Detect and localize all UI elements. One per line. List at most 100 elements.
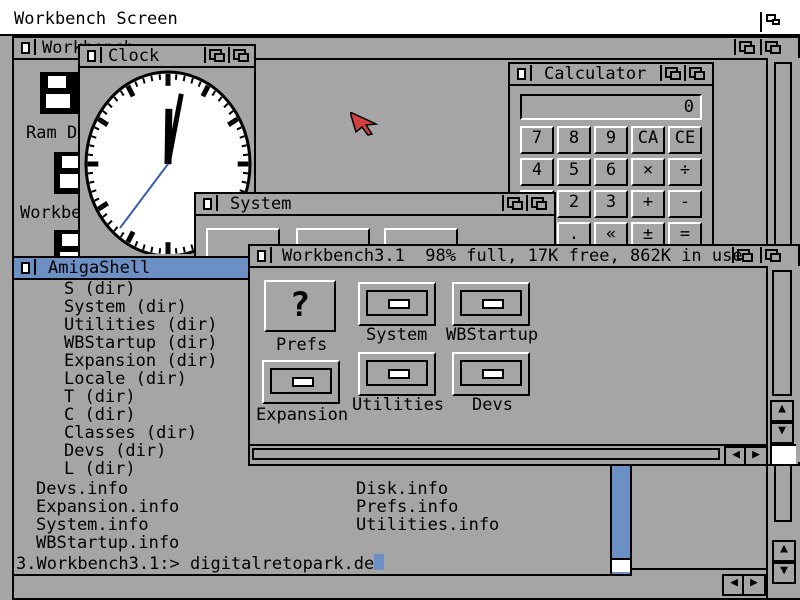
close-icon[interactable] [16, 259, 36, 275]
scroll-down-icon[interactable]: ▼ [772, 562, 796, 584]
calc-key[interactable]: 2 [557, 190, 591, 218]
ram-disk-icon[interactable] [40, 72, 78, 114]
clock-minute-tick [87, 153, 94, 157]
system-drawer-label[interactable]: System [366, 326, 427, 344]
zoom-icon[interactable] [204, 47, 228, 63]
shell-line: Classes (dir) [64, 423, 198, 443]
disk-vertical-scrollbar[interactable]: ▲ ▼ [766, 266, 800, 462]
calc-key[interactable]: + [631, 190, 665, 218]
utilities-drawer-label[interactable]: Utilities [352, 396, 444, 414]
scroll-right-icon[interactable]: ▶ [742, 574, 766, 596]
calc-key[interactable]: 5 [557, 158, 591, 186]
shell-line: Expansion.info [36, 497, 180, 517]
scroll-right-icon[interactable]: ▶ [744, 446, 768, 466]
shell-line: T (dir) [64, 387, 136, 407]
mouse-pointer-icon [350, 112, 378, 136]
close-icon[interactable] [16, 39, 36, 55]
shell-info-left: Devs.info Expansion.info System.info WBStar… [36, 480, 179, 552]
shell-size-gadget[interactable] [612, 558, 630, 572]
clock-minute-tick [242, 171, 249, 175]
shell-title: AmigaShell [48, 258, 151, 278]
devs-drawer-label[interactable]: Devs [472, 396, 513, 414]
calc-key[interactable]: CA [631, 126, 665, 154]
clock-minute-tick [158, 74, 162, 80]
clock-minute-tick [241, 180, 247, 184]
disk-window: Workbench3.1 98% full, 17K free, 862K in… [248, 244, 800, 466]
calc-key[interactable]: 3 [594, 190, 628, 218]
system-drawer-icon[interactable] [358, 282, 436, 326]
clock-minute-tick [174, 248, 178, 254]
zoom-icon[interactable] [734, 39, 758, 55]
close-icon[interactable] [82, 47, 102, 63]
devs-drawer-icon[interactable] [452, 352, 530, 396]
depth-icon[interactable] [760, 39, 784, 55]
shell-line: Devs (dir) [64, 441, 167, 461]
wbstartup-drawer-icon[interactable] [452, 282, 530, 326]
calc-key[interactable]: 7 [520, 126, 554, 154]
scroll-up-icon[interactable]: ▲ [770, 400, 794, 422]
shell-line: C (dir) [64, 405, 136, 425]
clock-minute-tick [182, 246, 186, 253]
zoom-icon[interactable] [502, 195, 526, 211]
close-icon[interactable] [198, 195, 218, 211]
system-titlebar[interactable]: System [196, 194, 554, 216]
clock-minute-tick [241, 144, 247, 148]
ram-disk-label[interactable]: Ram D [26, 124, 77, 142]
depth-icon[interactable] [228, 47, 252, 63]
depth-icon[interactable] [526, 195, 550, 211]
clock-minute-tick [150, 246, 154, 253]
calc-key[interactable]: 6 [594, 158, 628, 186]
calc-key[interactable]: ÷ [668, 158, 702, 186]
calc-key[interactable]: 4 [520, 158, 554, 186]
shell-prompt-line[interactable]: 3.Workbench3.1:> digitalretopark.de [16, 554, 385, 574]
shell-line: System (dir) [64, 297, 187, 317]
shell-line: Disk.info [356, 479, 449, 499]
disk-horizontal-scrollbar[interactable]: ◀ ▶ [250, 444, 768, 466]
prefs-label[interactable]: Prefs [276, 336, 327, 354]
clock-titlebar[interactable]: Clock [80, 46, 254, 68]
clock-minute-tick [242, 153, 249, 157]
zoom-icon[interactable] [660, 65, 684, 81]
depth-icon[interactable] [684, 65, 708, 81]
scroll-up-icon[interactable]: ▲ [772, 540, 796, 562]
shell-line: Utilities (dir) [64, 315, 218, 335]
shell-prompt[interactable]: 3.Workbench3.1:> digitalretopark.de [16, 554, 374, 574]
clock-minute-tick [89, 144, 95, 148]
depth-icon[interactable] [760, 247, 784, 263]
disk-titlebar[interactable]: Workbench3.1 98% full, 17K free, 862K in… [250, 246, 798, 268]
prefs-icon[interactable]: ? [264, 280, 336, 332]
size-gadget[interactable] [770, 444, 796, 464]
scroll-down-icon[interactable]: ▼ [770, 422, 794, 444]
shell-line: WBStartup (dir) [64, 333, 218, 353]
calc-key[interactable]: 9 [594, 126, 628, 154]
clock-minute-tick [182, 75, 186, 82]
shell-line: System.info [36, 515, 149, 535]
expansion-drawer-label[interactable]: Expansion [256, 406, 348, 424]
calc-key[interactable]: CE [668, 126, 702, 154]
shell-cursor [374, 554, 385, 570]
scroll-track[interactable] [252, 448, 720, 460]
calc-key[interactable]: × [631, 158, 665, 186]
zoom-icon[interactable] [732, 247, 756, 263]
scroll-track[interactable] [772, 270, 792, 396]
calculator-titlebar[interactable]: Calculator [510, 64, 712, 86]
clock-minute-tick [87, 171, 94, 175]
clock-minute-tick [174, 74, 178, 80]
screen-title: Workbench Screen [14, 9, 178, 29]
workbench-disk-label[interactable]: Workbe [20, 204, 81, 222]
close-icon[interactable] [512, 65, 532, 81]
wbstartup-drawer-label[interactable]: WBStartup [446, 326, 538, 344]
expansion-drawer-icon[interactable] [262, 360, 340, 404]
shell-line: Prefs.info [356, 497, 459, 517]
calc-key[interactable]: - [668, 190, 702, 218]
system-title: System [230, 194, 292, 214]
shell-line: S (dir) [64, 279, 136, 299]
utilities-drawer-icon[interactable] [358, 352, 436, 396]
close-icon[interactable] [252, 247, 272, 263]
shell-line: Locale (dir) [64, 369, 187, 389]
clock-minute-tick [158, 248, 162, 254]
calc-key[interactable]: 8 [557, 126, 591, 154]
clock-minute-tick [89, 180, 95, 184]
shell-line: WBStartup.info [36, 533, 180, 553]
screen-depth-gadget[interactable] [760, 12, 786, 32]
